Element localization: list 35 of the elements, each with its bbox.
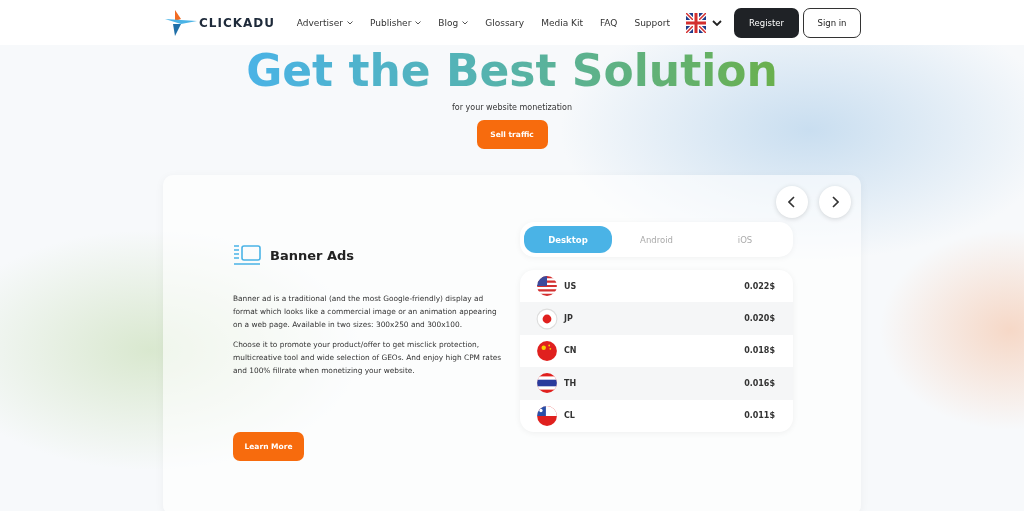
country-code: CN <box>564 346 577 356</box>
bird-logo-icon <box>165 9 197 36</box>
flag-icon[interactable] <box>686 12 706 33</box>
logo-text[interactable]: CLICKADU <box>199 15 275 30</box>
nav-link[interactable]: Media Kit <box>541 17 583 28</box>
flag-icon <box>536 372 558 395</box>
country-code: CL <box>564 411 575 421</box>
hero-subtitle: for your website monetization <box>451 103 573 112</box>
nav-link[interactable]: FAQ <box>600 17 618 28</box>
nav-link[interactable]: Glossary <box>485 17 525 28</box>
nav-link[interactable]: Support <box>634 17 670 28</box>
nav-link[interactable]: Advertiser <box>296 17 353 28</box>
chevron-right-icon <box>831 196 839 208</box>
nav-link[interactable]: Publisher <box>370 17 422 28</box>
sign-in-button[interactable]: Sign in <box>803 7 861 38</box>
rate-value: 0.022$ <box>744 281 775 291</box>
rate-value: 0.020$ <box>744 314 775 324</box>
caret-icon[interactable] <box>712 19 722 26</box>
country-code: JP <box>564 314 573 324</box>
next-button[interactable] <box>819 186 851 218</box>
flag-icon <box>536 404 558 427</box>
flag-icon <box>536 339 558 362</box>
previous-button[interactable] <box>776 186 808 218</box>
chevron-left-icon <box>788 196 796 208</box>
country-code: TH <box>564 378 577 388</box>
register-button[interactable]: Register <box>734 7 799 38</box>
rate-value: 0.018$ <box>744 346 775 356</box>
country-code: US <box>564 281 577 291</box>
flag-icon <box>536 307 558 330</box>
flag-icon <box>536 275 558 298</box>
card-title: Banner Ads <box>270 247 355 263</box>
nav-link[interactable]: Blog <box>438 17 469 28</box>
rate-value: 0.011$ <box>744 411 775 421</box>
banner-icon <box>233 244 261 266</box>
rate-value: 0.016$ <box>744 378 775 388</box>
